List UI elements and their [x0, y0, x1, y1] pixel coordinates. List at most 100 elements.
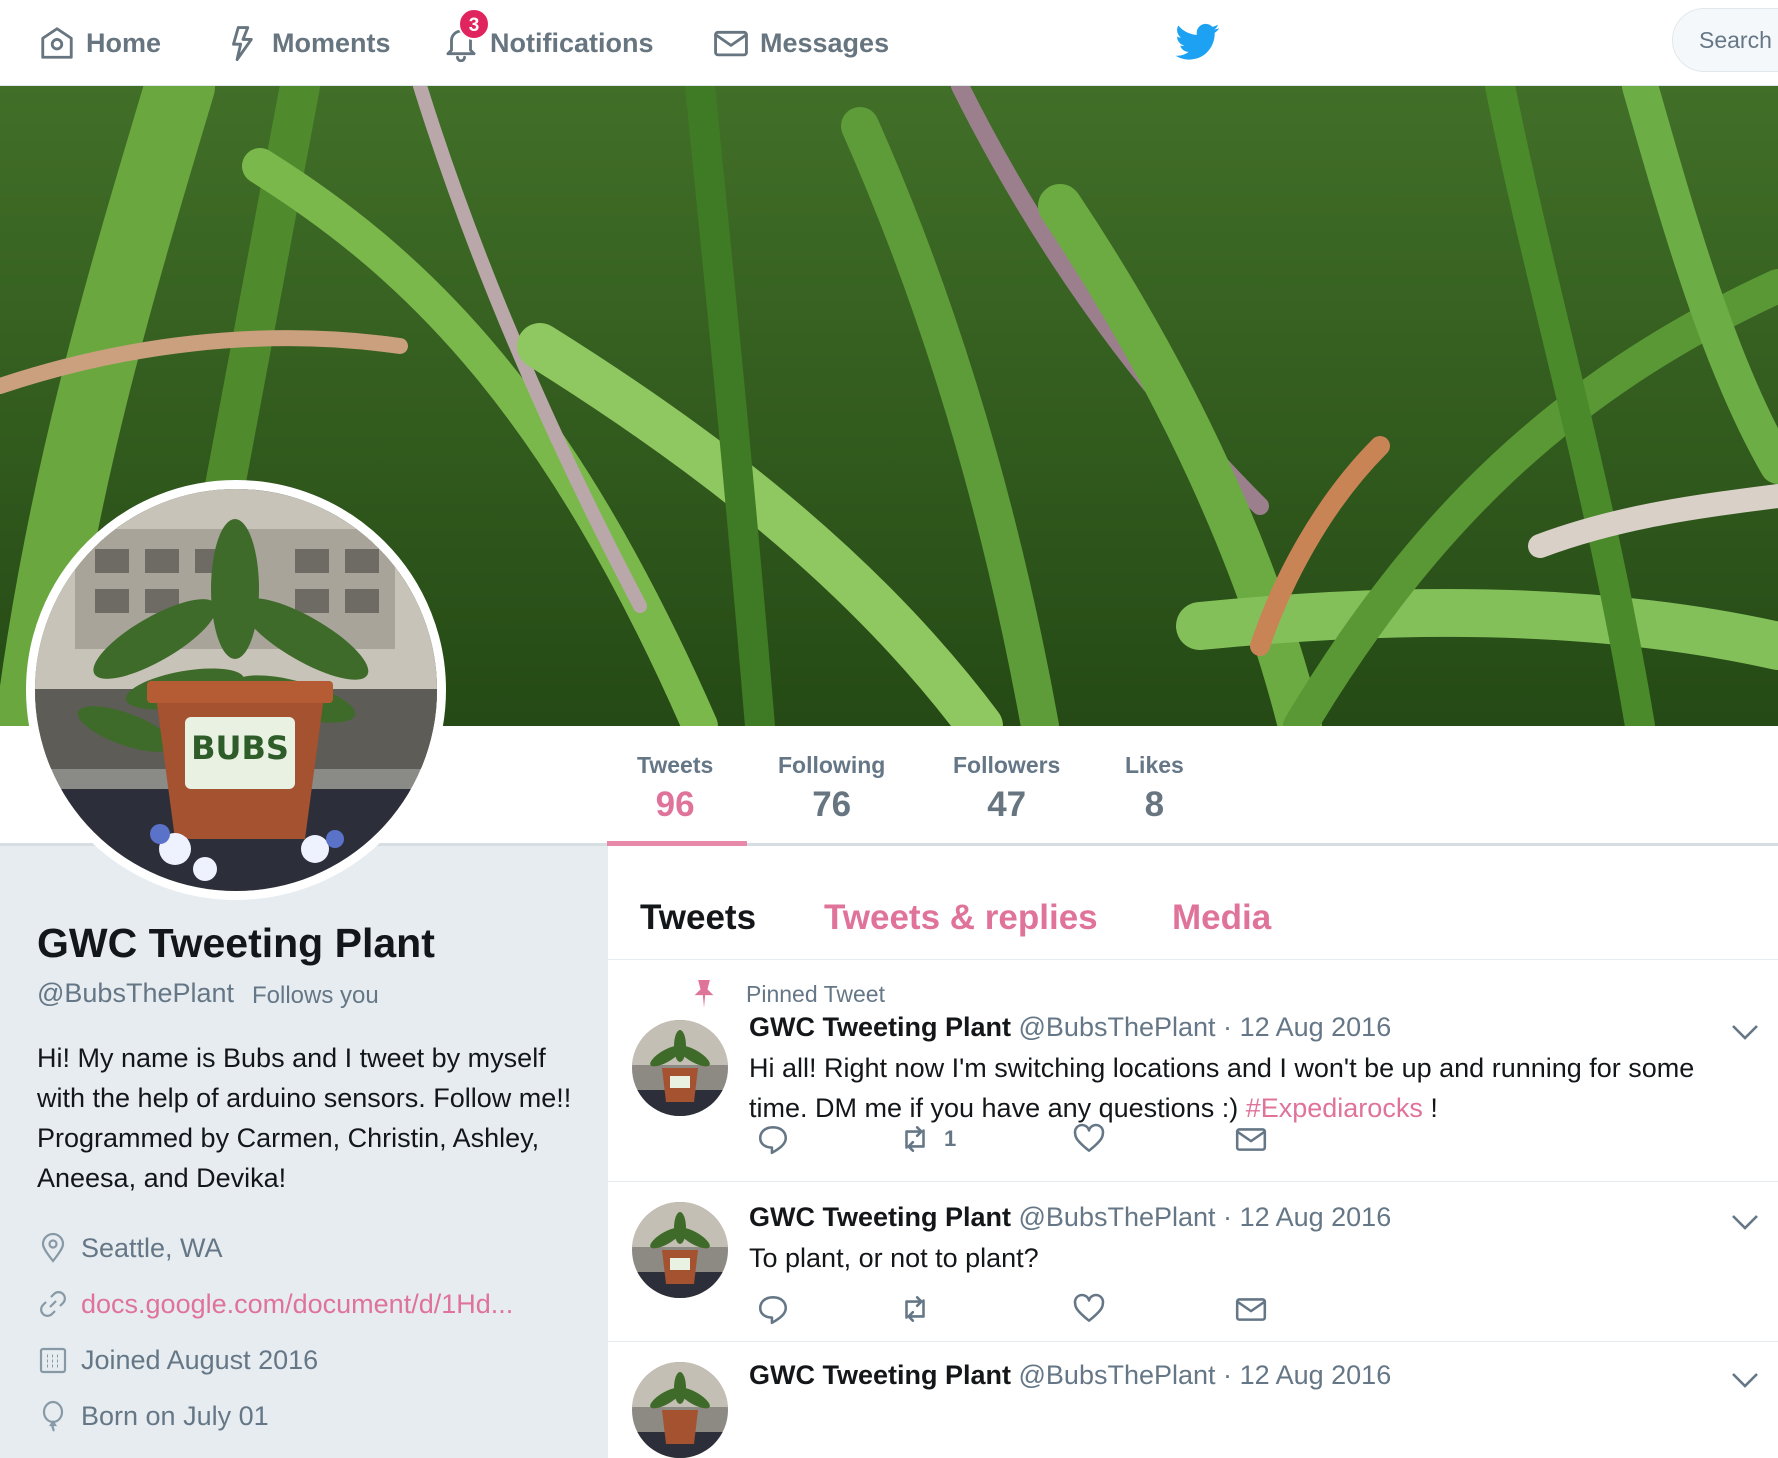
- retweet-icon: [905, 1296, 925, 1322]
- reply-button[interactable]: [756, 1122, 790, 1156]
- tweet-timestamp[interactable]: 12 Aug 2016: [1240, 1360, 1392, 1390]
- reply-button[interactable]: [756, 1292, 790, 1326]
- envelope-icon: [1235, 1298, 1267, 1321]
- follows-you-badge: Follows you: [252, 982, 379, 1009]
- tweet-avatar[interactable]: [632, 1362, 728, 1458]
- nav-notifications-label: Notifications: [490, 27, 654, 58]
- like-button[interactable]: [1072, 1292, 1106, 1326]
- timeline: Tweets Tweets & replies Media Pinned Twe…: [608, 868, 1778, 1458]
- plant-pot-photo: BUBS: [35, 489, 437, 891]
- tweet-author-name[interactable]: GWC Tweeting Plant: [749, 1012, 1011, 1042]
- pot-label-text: BUBS: [191, 729, 289, 767]
- tweet-item[interactable]: GWC Tweeting Plant @BubsThePlant · 12 Au…: [608, 1182, 1778, 1342]
- calendar-icon: [39, 1347, 67, 1374]
- tweet-item[interactable]: GWC Tweeting Plant @BubsThePlant · 12 Au…: [608, 1342, 1778, 1458]
- direct-message-button[interactable]: [1234, 1122, 1268, 1156]
- stat-tweets-value: 96: [655, 785, 695, 824]
- reply-icon: [758, 1126, 788, 1155]
- plant-avatar-thumbnail: [632, 1362, 728, 1458]
- tab-tweets[interactable]: Tweets: [640, 898, 756, 938]
- stat-following-label: Following: [778, 752, 886, 778]
- nav-home[interactable]: Home: [38, 0, 161, 86]
- home-icon: [41, 27, 73, 59]
- top-navigation-bar: Home Moments Notifications 3 Messages Se…: [0, 0, 1778, 86]
- nav-moments[interactable]: Moments: [224, 0, 391, 86]
- tweet-header: GWC Tweeting Plant @BubsThePlant · 12 Au…: [749, 1202, 1391, 1233]
- tab-tweets-and-replies[interactable]: Tweets & replies: [824, 898, 1098, 938]
- tweet-author-handle[interactable]: @BubsThePlant: [1019, 1360, 1216, 1390]
- tweet-timestamp[interactable]: 12 Aug 2016: [1240, 1012, 1392, 1042]
- profile-website[interactable]: docs.google.com/document/d/1Hd...: [37, 1288, 513, 1320]
- like-button[interactable]: [1072, 1122, 1106, 1156]
- retweet-icon: [905, 1126, 925, 1152]
- profile-bio: Hi! My name is Bubs and I tweet by mysel…: [37, 1043, 572, 1193]
- tab-media[interactable]: Media: [1172, 898, 1271, 938]
- tweet-text-end: !: [1422, 1093, 1438, 1123]
- nav-messages-label: Messages: [760, 27, 890, 58]
- stat-following-value: 76: [812, 785, 852, 824]
- tweet-text-body: Hi all! Right now I'm switching location…: [749, 1053, 1695, 1123]
- tweet-separator: ·: [1223, 1202, 1233, 1232]
- retweet-button[interactable]: [898, 1292, 932, 1326]
- map-pin-icon: [41, 1232, 65, 1263]
- balloon-icon: [42, 1400, 64, 1432]
- heart-icon: [1073, 1123, 1105, 1152]
- retweet-button[interactable]: 1: [898, 1122, 956, 1156]
- pin-icon: [694, 980, 714, 1008]
- avatar[interactable]: BUBS: [26, 480, 446, 900]
- twitter-bird-icon[interactable]: [1176, 22, 1220, 62]
- stat-tweets-label: Tweets: [637, 752, 714, 778]
- pinned-tweet-label: Pinned Tweet: [746, 980, 885, 1007]
- stat-likes[interactable]: Likes 8: [1125, 752, 1184, 825]
- website-link[interactable]: docs.google.com/document/d/1Hd...: [81, 1289, 513, 1320]
- chevron-down-icon[interactable]: [1730, 1022, 1760, 1042]
- tweet-header: GWC Tweeting Plant @BubsThePlant · 12 Au…: [749, 1012, 1391, 1043]
- profile-handle[interactable]: @BubsThePlant: [37, 978, 234, 1009]
- search-input[interactable]: Search Twitter: [1672, 8, 1778, 72]
- envelope-icon: [714, 30, 748, 57]
- stat-likes-value: 8: [1144, 785, 1165, 824]
- plant-avatar-thumbnail: [632, 1202, 728, 1298]
- reply-icon: [758, 1296, 788, 1325]
- tweet-item[interactable]: Pinned Tweet GWC Tweeting Plant @BubsThe…: [608, 960, 1778, 1182]
- pinned-tweet-indicator: Pinned Tweet: [692, 980, 885, 1008]
- stat-followers-label: Followers: [953, 752, 1061, 778]
- tweet-timestamp[interactable]: 12 Aug 2016: [1240, 1202, 1392, 1232]
- stat-following[interactable]: Following 76: [778, 752, 885, 825]
- tweet-author-handle[interactable]: @BubsThePlant: [1019, 1202, 1216, 1232]
- lightning-icon: [232, 26, 253, 62]
- nav-messages[interactable]: Messages: [712, 0, 889, 86]
- tweet-author-name[interactable]: GWC Tweeting Plant: [749, 1360, 1011, 1390]
- plant-avatar-thumbnail: [632, 1020, 728, 1116]
- stat-followers-value: 47: [987, 785, 1027, 824]
- direct-message-button[interactable]: [1234, 1292, 1268, 1326]
- profile-birthday: Born on July 01: [37, 1400, 269, 1432]
- chevron-down-icon[interactable]: [1730, 1370, 1760, 1390]
- location-text: Seattle, WA: [81, 1232, 223, 1263]
- tweet-avatar[interactable]: [632, 1020, 728, 1116]
- nav-home-label: Home: [86, 27, 162, 58]
- tweet-author-handle[interactable]: @BubsThePlant: [1019, 1012, 1216, 1042]
- timeline-tabs: Tweets Tweets & replies Media: [608, 868, 1778, 960]
- stat-tweets[interactable]: Tweets 96: [637, 752, 713, 825]
- tweet-text: To plant, or not to plant?: [749, 1243, 1039, 1273]
- active-stat-underline: [607, 841, 747, 846]
- nav-moments-label: Moments: [272, 27, 391, 58]
- tweet-author-name[interactable]: GWC Tweeting Plant: [749, 1202, 1011, 1232]
- profile-joined: Joined August 2016: [37, 1344, 318, 1376]
- tweet-hashtag[interactable]: #Expediarocks: [1246, 1093, 1423, 1123]
- link-icon: [40, 1291, 66, 1317]
- retweet-count: 1: [944, 1126, 957, 1151]
- birthday-text: Born on July 01: [81, 1400, 269, 1431]
- tweet-separator: ·: [1223, 1012, 1233, 1042]
- profile-location: Seattle, WA: [37, 1232, 223, 1264]
- tweet-separator: ·: [1223, 1360, 1233, 1390]
- tweet-header: GWC Tweeting Plant @BubsThePlant · 12 Au…: [749, 1360, 1391, 1391]
- joined-text: Joined August 2016: [81, 1344, 319, 1375]
- chevron-down-icon[interactable]: [1730, 1212, 1760, 1232]
- stat-likes-label: Likes: [1125, 752, 1184, 778]
- tweet-avatar[interactable]: [632, 1202, 728, 1298]
- heart-icon: [1073, 1293, 1105, 1322]
- notification-count-badge: 3: [458, 8, 490, 40]
- stat-followers[interactable]: Followers 47: [953, 752, 1060, 825]
